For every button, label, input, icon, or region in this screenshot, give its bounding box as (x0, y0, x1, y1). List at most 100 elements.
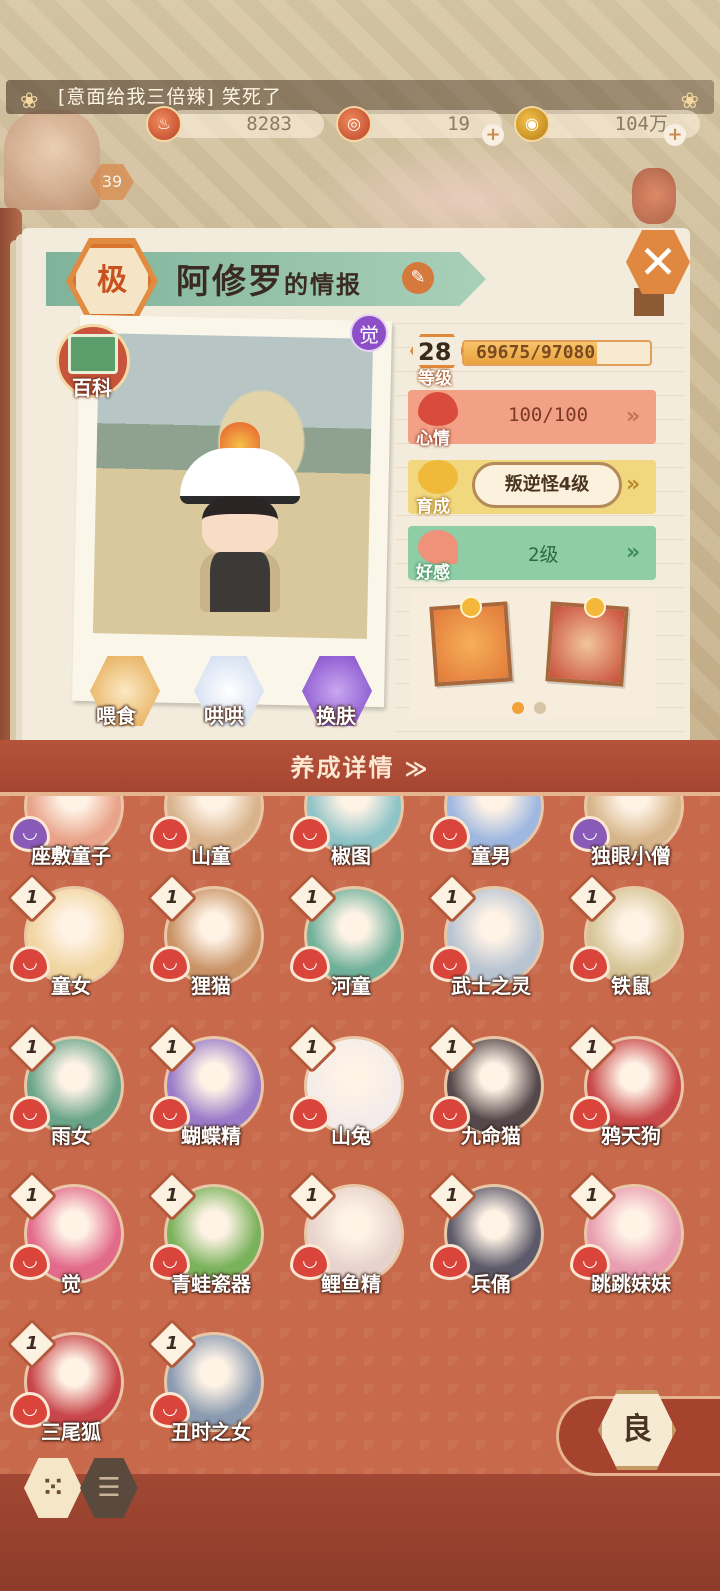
stamina-icon: ♨ (146, 106, 182, 142)
mood-label: 心情 (416, 429, 450, 449)
shikigami-name: 阿修罗 (176, 262, 284, 302)
star-count: 1 (165, 1037, 179, 1058)
character-face (202, 496, 278, 556)
lantern-decoration (632, 168, 676, 224)
shikigami-card[interactable]: 1 ◡ 铁鼠 (566, 872, 696, 1020)
shikigami-card[interactable]: 1 ◡ 觉 (6, 1170, 136, 1318)
star-count: 1 (445, 887, 459, 908)
shikigami-name: 丑时之女 (171, 1420, 251, 1444)
shikigami-card[interactable]: 1 ◡ 青蛙瓷器 (146, 1170, 276, 1318)
shikigami-card[interactable]: 1 ◡ 跳跳妹妹 (566, 1170, 696, 1318)
favor-arrow-icon[interactable]: » (626, 540, 640, 565)
skin-label: 换肤 (316, 704, 356, 728)
shikigami-card[interactable]: ◡ 座敷童子 (6, 796, 136, 890)
smile-growth-icon (418, 460, 458, 494)
shikigami-card[interactable]: 1 ◡ 山兔 (286, 1022, 416, 1170)
shikigami-name: 蝴蝶精 (181, 1124, 241, 1148)
character-body (200, 552, 280, 612)
smile-pin-icon (460, 596, 482, 618)
shikigami-name: 兵俑 (471, 1272, 511, 1296)
coin-icon: ◉ (514, 106, 550, 142)
pet-label: 哄哄 (204, 704, 244, 728)
favor-label: 好感 (416, 563, 450, 583)
feed-label: 喂食 (96, 704, 136, 728)
chevron-down-icon: ≫ (404, 757, 430, 782)
shikigami-name: 雨女 (51, 1124, 91, 1148)
shikigami-name: 青蛙瓷器 (171, 1272, 251, 1296)
shikigami-card[interactable]: ◡ 山童 (146, 796, 276, 890)
shikigami-name: 鸦天狗 (601, 1124, 661, 1148)
shikigami-name: 椒图 (331, 844, 371, 868)
star-count: 1 (25, 887, 39, 908)
player-avatar[interactable] (4, 110, 100, 210)
shikigami-name: 童女 (51, 974, 91, 998)
shikigami-card[interactable]: 1 ◡ 鸦天狗 (566, 1022, 696, 1170)
shikigami-card[interactable]: ◡ 椒图 (286, 796, 416, 890)
awaken-badge: 觉 (350, 314, 388, 352)
star-count: 1 (305, 887, 319, 908)
heart-mood-icon (418, 392, 458, 426)
shikigami-character[interactable] (180, 422, 300, 612)
jade-icon: ◎ (336, 106, 372, 142)
star-count: 1 (25, 1333, 39, 1354)
shikigami-name: 座敷童子 (31, 844, 111, 868)
shikigami-grid: ◡ 座敷童子 ◡ 山童 ◡ 椒图 ◡ 童男 ◡ 独眼小僧 1 ◡ 童女 1 ◡ 狸猫 1 ◡ 河童 1 ◡ 武士之灵 1 ◡ 铁… (0, 796, 720, 1486)
side-ribbon (0, 208, 22, 748)
shikigami-card[interactable]: 1 ◡ 九命猫 (426, 1022, 556, 1170)
favor-value: 2级 (528, 544, 559, 566)
page-title: 阿修罗的情报 (176, 254, 362, 303)
page-dot-active[interactable] (512, 702, 524, 714)
shikigami-name: 九命猫 (461, 1124, 521, 1148)
shikigami-name: 鲤鱼精 (321, 1272, 381, 1296)
shikigami-name: 跳跳妹妹 (591, 1272, 671, 1296)
marquee-text: [意面给我三倍辣] 笑死了 (58, 86, 282, 108)
growth-arrow-icon[interactable]: » (626, 472, 640, 497)
add-jade-button[interactable]: + (482, 124, 504, 146)
shikigami-card[interactable]: ◡ 独眼小僧 (566, 796, 696, 890)
star-count: 1 (445, 1185, 459, 1206)
mood-value: 100/100 (508, 404, 589, 426)
title-suffix: 的情报 (284, 271, 362, 299)
shikigami-name: 山兔 (331, 1124, 371, 1148)
star-count: 1 (585, 1037, 599, 1058)
add-coin-button[interactable]: + (664, 124, 686, 146)
growth-stage-pill[interactable]: 叛逆怪4级 (472, 462, 622, 508)
encyclopedia-label: 百科 (72, 376, 112, 400)
shikigami-name: 狸猫 (191, 974, 231, 998)
star-count: 1 (585, 887, 599, 908)
stamina-counter[interactable]: 8283 (168, 110, 324, 138)
star-count: 1 (305, 1037, 319, 1058)
section-title: 养成详情 (290, 754, 395, 782)
edit-icon[interactable]: ✎ (402, 262, 434, 294)
shikigami-card[interactable]: 1 ◡ 兵俑 (426, 1170, 556, 1318)
shikigami-card[interactable]: ◡ 童男 (426, 796, 556, 890)
shikigami-name: 河童 (331, 974, 371, 998)
star-count: 1 (25, 1185, 39, 1206)
shikigami-card[interactable]: 1 ◡ 蝴蝶精 (146, 1022, 276, 1170)
shikigami-name: 觉 (61, 1272, 81, 1296)
shikigami-card[interactable]: 1 ◡ 三尾狐 (6, 1318, 136, 1466)
shikigami-card[interactable]: 1 ◡ 童女 (6, 872, 136, 1020)
flower-icon: ❀ (20, 89, 40, 114)
shikigami-name: 铁鼠 (611, 974, 651, 998)
shikigami-card[interactable]: 1 ◡ 丑时之女 (146, 1318, 276, 1466)
level-value: 28 (418, 338, 452, 366)
shikigami-card[interactable]: 1 ◡ 河童 (286, 872, 416, 1020)
shikigami-card[interactable]: 1 ◡ 武士之灵 (426, 872, 556, 1020)
shikigami-card[interactable]: 1 ◡ 雨女 (6, 1022, 136, 1170)
star-count: 1 (165, 1185, 179, 1206)
shikigami-card[interactable]: 1 ◡ 狸猫 (146, 872, 276, 1020)
shikigami-name: 独眼小僧 (591, 844, 671, 868)
book-icon (68, 334, 118, 374)
shikigami-name: 武士之灵 (451, 974, 531, 998)
cultivation-details-header[interactable]: 养成详情 ≫ (0, 740, 720, 796)
jade-counter[interactable]: 19 (352, 110, 502, 138)
star-count: 1 (585, 1185, 599, 1206)
shikigami-name: 山童 (191, 844, 231, 868)
shikigami-card[interactable]: 1 ◡ 鲤鱼精 (286, 1170, 416, 1318)
shikigami-name: 三尾狐 (41, 1420, 101, 1444)
level-label: 等级 (418, 369, 452, 389)
page-dot[interactable] (534, 702, 546, 714)
mood-arrow-icon[interactable]: » (626, 404, 640, 429)
shikigami-name: 童男 (471, 844, 511, 868)
